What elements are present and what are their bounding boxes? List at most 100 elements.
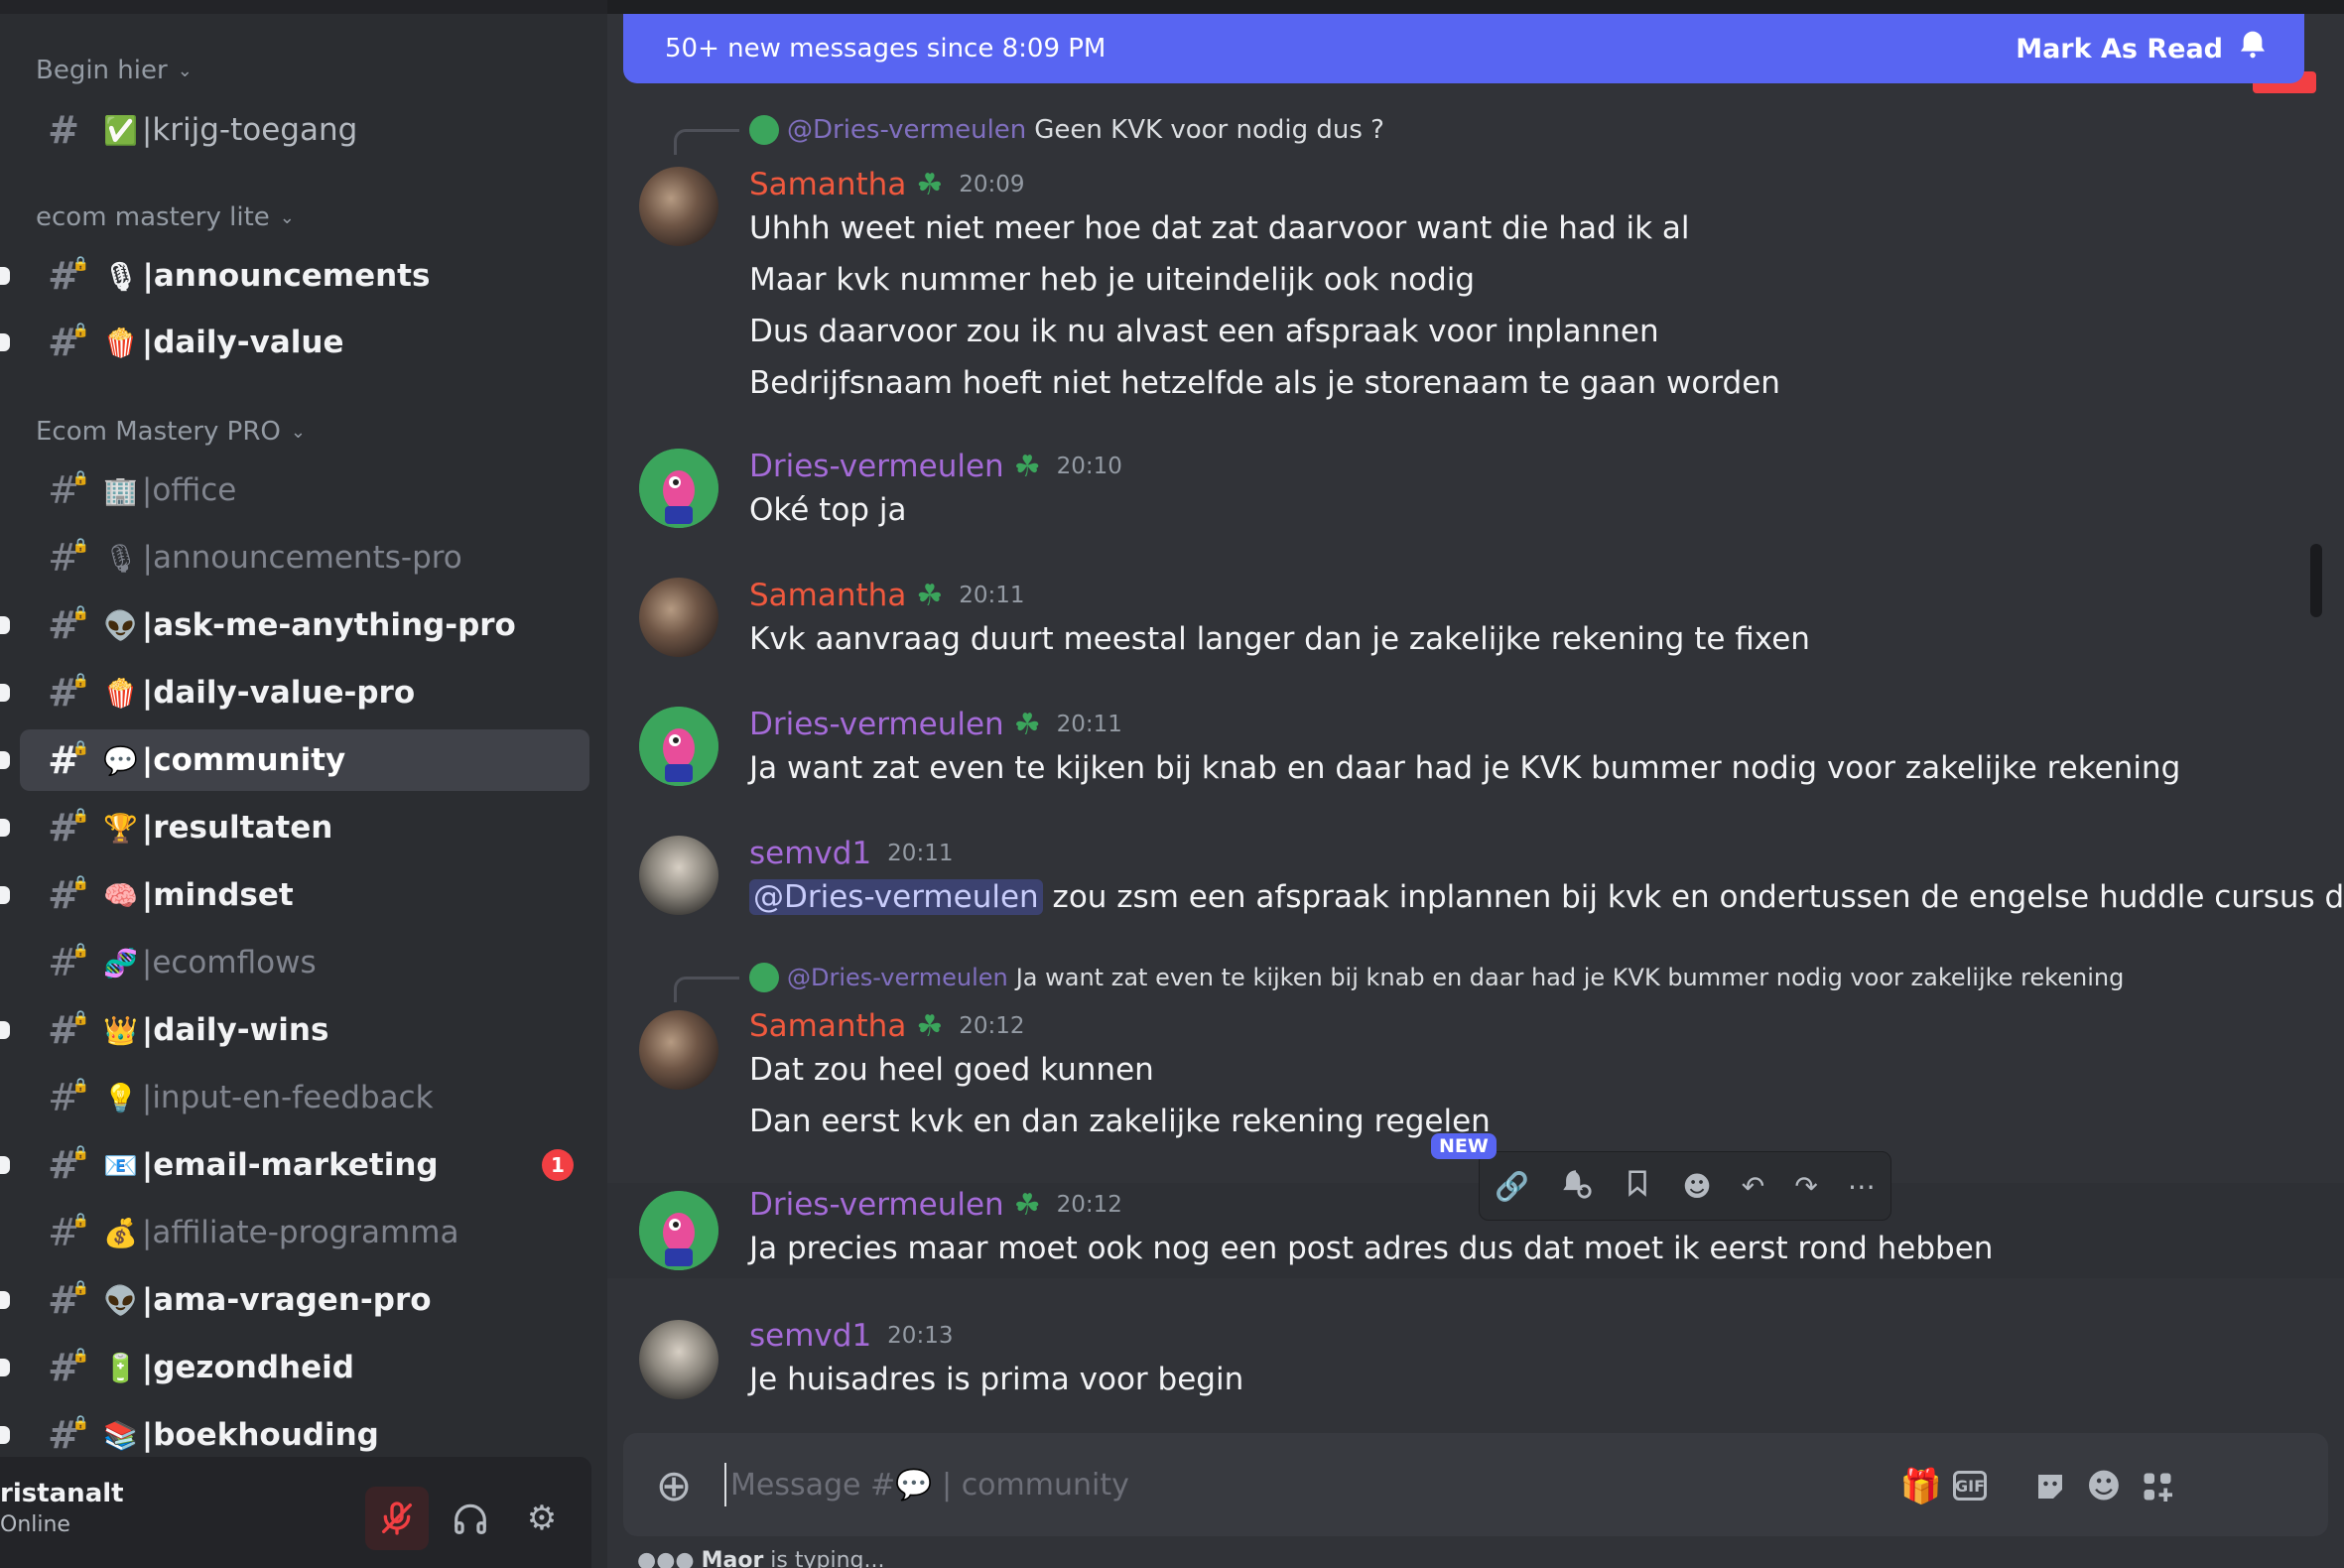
message-group: @Dries-vermeulen Ja want zat even te kij…: [607, 959, 2344, 1147]
forward-icon[interactable]: ↷: [1794, 1170, 1817, 1203]
reply-connector: [674, 977, 739, 1002]
message-header: Dries-vermeulen ☘ 20:12: [749, 1187, 1122, 1223]
typing-text: is typing...: [763, 1548, 885, 1568]
gif-icon[interactable]: GIF: [1953, 1471, 1987, 1501]
reply-icon[interactable]: ↶: [1742, 1170, 1764, 1203]
add-attachment-icon[interactable]: ⊕: [647, 1459, 701, 1512]
channel-announcements[interactable]: # 🔒 🎙 |announcements: [20, 245, 589, 307]
category-ecom-mastery-pro[interactable]: Ecom Mastery PRO ⌄: [36, 417, 306, 447]
hash-lock-icon: # 🔒: [48, 873, 89, 917]
apps-icon[interactable]: [2132, 1461, 2183, 1512]
microphone-muted-icon[interactable]: [365, 1487, 429, 1550]
reply-preview[interactable]: @Dries-vermeulen Ja want zat even te kij…: [674, 963, 2125, 1002]
username[interactable]: ristanalt: [0, 1479, 124, 1508]
channel-gezondheid[interactable]: # 🔒 🔋 |gezondheid: [20, 1337, 589, 1398]
category-ecom-mastery-lite[interactable]: ecom mastery lite ⌄: [36, 202, 295, 232]
headphones-icon[interactable]: [439, 1487, 502, 1550]
role-leaf-icon: ☘: [916, 578, 944, 613]
avatar[interactable]: [639, 1010, 718, 1090]
hash-lock-icon: # 🔒: [48, 1211, 89, 1254]
user-mention[interactable]: @Dries-vermeulen: [749, 879, 1043, 915]
hash-lock-icon: # 🔒: [48, 254, 89, 298]
hash-lock-icon: # 🔒: [48, 738, 89, 782]
channel-community[interactable]: # 🔒 💬 |community: [20, 729, 589, 791]
author-name[interactable]: Dries-vermeulen: [749, 1187, 1004, 1223]
author-name[interactable]: semvd1: [749, 1318, 871, 1354]
channel-ask-me-anything-pro[interactable]: # 🔒 👽 |ask-me-anything-pro: [20, 594, 589, 656]
new-messages-banner[interactable]: 50+ new messages since 8:09 PM Mark As R…: [623, 14, 2304, 83]
reply-author: @Dries-vermeulen: [787, 115, 1027, 145]
avatar[interactable]: [639, 836, 718, 915]
channel-daily-value-pro[interactable]: # 🔒 🍿 |daily-value-pro: [20, 662, 589, 723]
avatar[interactable]: [639, 1320, 718, 1399]
author-name[interactable]: Dries-vermeulen: [749, 707, 1004, 742]
author-name[interactable]: semvd1: [749, 836, 871, 871]
channel-email-marketing[interactable]: # 🔒 📧 |email-marketing 1: [20, 1134, 589, 1196]
channel-emoji: 🎙: [103, 259, 139, 293]
role-leaf-icon: ☘: [1013, 449, 1041, 484]
scrollbar-thumb[interactable]: [2310, 544, 2322, 617]
channel-emoji: 👽: [103, 608, 138, 642]
avatar[interactable]: [639, 449, 718, 528]
message-group: Dries-vermeulen ☘ 20:11 Ja want zat even…: [607, 701, 2344, 800]
channel-emoji: 🧬: [103, 946, 138, 980]
emoji-picker-icon[interactable]: ☻: [2078, 1461, 2130, 1512]
category-label: Begin hier: [36, 56, 168, 85]
channel-label: |ecomflows: [141, 945, 317, 980]
timestamp: 20:12: [959, 1013, 1025, 1039]
link-icon[interactable]: 🔗: [1495, 1170, 1529, 1203]
channel-announcements-pro[interactable]: # 🔒 🎙 |announcements-pro: [20, 527, 589, 588]
add-reaction-icon[interactable]: ☻: [1682, 1170, 1711, 1203]
channel-label: |ama-vragen-pro: [141, 1282, 432, 1318]
reply-avatar: [749, 115, 779, 145]
hash-lock-icon: # 🔒: [48, 941, 89, 984]
gift-icon[interactable]: 🎁: [1895, 1461, 1947, 1512]
channel-input-en-feedback[interactable]: # 🔒 💡 |input-en-feedback: [20, 1067, 589, 1128]
channel-emoji: 🧠: [103, 878, 138, 912]
gear-icon[interactable]: ⚙: [510, 1487, 574, 1550]
category-begin-hier[interactable]: Begin hier ⌄: [36, 56, 193, 85]
chat-topbar: [607, 0, 2344, 14]
avatar[interactable]: [639, 578, 718, 657]
channel-mindset[interactable]: # 🔒 🧠 |mindset: [20, 864, 589, 926]
message-input[interactable]: [724, 1463, 1816, 1506]
channel-daily-wins[interactable]: # 🔒 👑 |daily-wins: [20, 999, 589, 1061]
author-name[interactable]: Samantha: [749, 1008, 906, 1044]
channel-ecomflows[interactable]: # 🔒 🧬 |ecomflows: [20, 932, 589, 993]
channel-krijg-toegang[interactable]: # ✅ |krijg-toegang: [20, 99, 589, 161]
author-name[interactable]: Samantha: [749, 167, 906, 202]
channel-emoji: 🏆: [103, 811, 138, 845]
channel-emoji: 💡: [103, 1081, 138, 1114]
create-thread-icon[interactable]: [1559, 1166, 1593, 1207]
hash-lock-icon: # 🔒: [48, 1278, 89, 1322]
author-name[interactable]: Samantha: [749, 578, 906, 613]
typing-user: Maor: [701, 1548, 764, 1568]
avatar[interactable]: [639, 707, 718, 786]
channel-office[interactable]: # 🔒 🏢 |office: [20, 459, 589, 521]
mark-as-read-button[interactable]: Mark As Read: [2016, 29, 2269, 68]
channel-daily-value[interactable]: # 🔒 🍿 |daily-value: [20, 312, 589, 373]
more-options-icon[interactable]: ⋯: [1848, 1170, 1876, 1203]
author-name[interactable]: Dries-vermeulen: [749, 449, 1004, 484]
message-group: semvd1 20:11 @Dries-vermeulen zou zsm ee…: [607, 830, 2344, 929]
reply-text: Ja want zat even te kijken bij knab en d…: [1015, 964, 2125, 991]
message-header: Samantha ☘ 20:09: [749, 167, 1025, 202]
hash-lock-icon: # 🔒: [48, 1413, 89, 1457]
message-group: semvd1 20:13 Je huisadres is prima voor …: [607, 1312, 2344, 1411]
bookmark-icon[interactable]: [1623, 1166, 1652, 1207]
message-text: Ja want zat even te kijken bij knab en d…: [749, 750, 2181, 786]
avatar[interactable]: [639, 167, 718, 246]
sticker-icon[interactable]: [2024, 1461, 2076, 1512]
message-group-hovered[interactable]: Dries-vermeulen ☘ 20:12 Ja precies maar …: [607, 1183, 2344, 1278]
channel-ama-vragen-pro[interactable]: # 🔒 👽 |ama-vragen-pro: [20, 1269, 589, 1331]
chevron-down-icon: ⌄: [279, 206, 295, 228]
channel-label: |input-en-feedback: [141, 1080, 434, 1115]
typing-dots-icon: ●●●: [637, 1548, 695, 1568]
avatar[interactable]: [639, 1191, 718, 1270]
message-text: Je huisadres is prima voor begin: [749, 1362, 1244, 1397]
channel-affiliate-programma[interactable]: # 🔒 💰 |affiliate-programma: [20, 1202, 589, 1263]
channel-resultaten[interactable]: # 🔒 🏆 |resultaten: [20, 797, 589, 858]
reply-preview[interactable]: @Dries-vermeulen Geen KVK voor nodig dus…: [674, 115, 1384, 155]
unread-indicator: [0, 1359, 10, 1376]
role-leaf-icon: ☘: [1013, 1187, 1041, 1223]
